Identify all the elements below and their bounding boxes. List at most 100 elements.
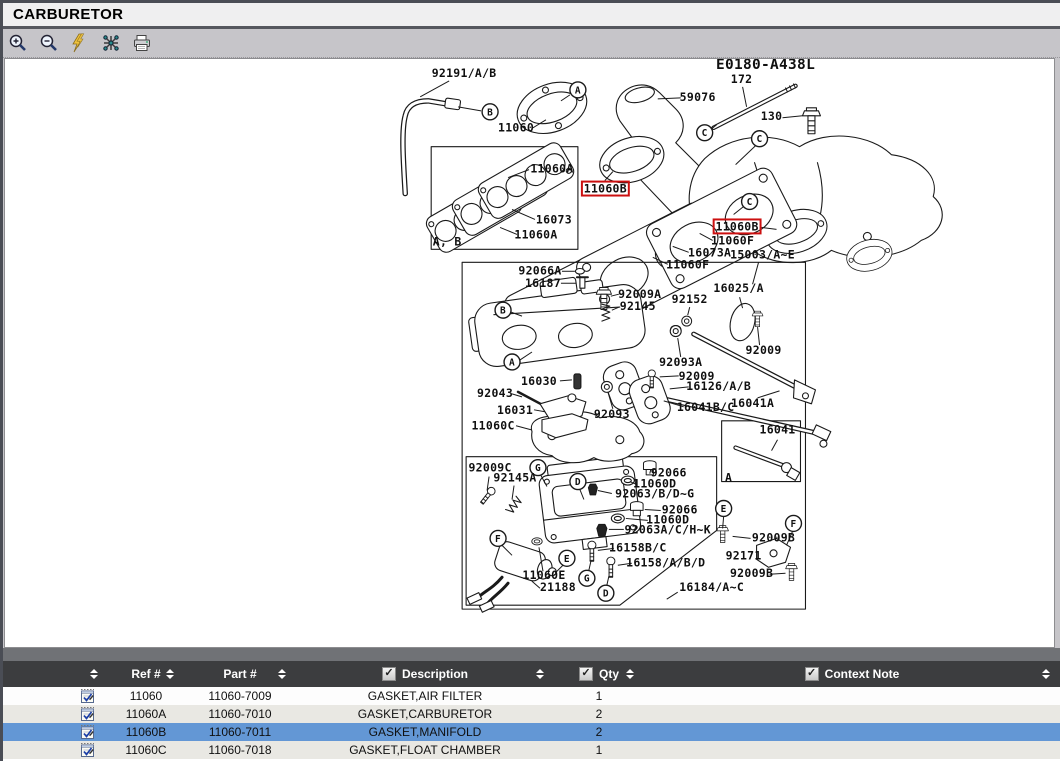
leader-line: [560, 380, 572, 381]
cell-part: 11060-7010: [184, 707, 296, 721]
cell-qty: 2: [554, 707, 644, 721]
leader-line: [772, 440, 778, 451]
diagram-area[interactable]: ABCCCBAGDFEGDEF92191/A/B11060E0180-A438L…: [4, 58, 1055, 648]
part-label: 16158/A/B/D: [626, 555, 705, 569]
row-edit-icon-cell[interactable]: [0, 688, 108, 704]
cell-qty: 1: [554, 689, 644, 703]
float-chamber-drawing: [537, 455, 643, 554]
cell-qty: 2: [554, 725, 644, 739]
view-ref-letter: G: [584, 574, 590, 585]
row-edit-icon-cell[interactable]: [0, 742, 108, 758]
part-label: 92152: [672, 292, 708, 306]
edit-note-icon[interactable]: [80, 724, 96, 740]
leader-line: [660, 376, 679, 377]
column-label: Qty: [599, 667, 619, 681]
leader-line: [607, 576, 609, 585]
cell-desc: GASKET,FLOAT CHAMBER: [296, 743, 554, 757]
column-label: Description: [402, 667, 468, 681]
cell-part: 11060-7011: [184, 725, 296, 739]
column-checkbox[interactable]: ✓: [382, 667, 396, 681]
part-label: A, B: [433, 234, 462, 248]
leader-line: [733, 536, 751, 538]
table-header-row: Ref # Part # ✓ Description ✓ Qty ✓ Context Note: [0, 661, 1060, 687]
part-label: 92171: [726, 548, 762, 562]
table-row[interactable]: 11060A11060-7010GASKET,CARBURETOR2: [0, 705, 1060, 723]
edit-note-icon[interactable]: [80, 742, 96, 758]
stud-drawing: [714, 84, 796, 128]
sort-icon[interactable]: [278, 669, 286, 679]
column-header-desc[interactable]: ✓ Description: [296, 661, 554, 687]
cell-desc: GASKET,AIR FILTER: [296, 689, 554, 703]
view-ref-letter: E: [721, 504, 727, 515]
zoom-in-button[interactable]: [8, 33, 28, 53]
part-label: 16025/A: [713, 281, 763, 295]
part-label: 21188: [540, 580, 576, 594]
toolbar: [0, 29, 1060, 58]
part-label: 172: [731, 72, 753, 86]
sort-icon[interactable]: [166, 669, 174, 679]
leader-line: [783, 116, 803, 118]
print-button[interactable]: [132, 33, 152, 53]
hotspot-map-button[interactable]: [101, 33, 121, 53]
column-checkbox[interactable]: ✓: [579, 667, 593, 681]
part-label: E0180-A438L: [716, 59, 815, 73]
lightning-icon: [70, 33, 90, 53]
view-ref-letter: A: [575, 85, 581, 96]
column-label: Context Note: [825, 667, 900, 681]
window-left-border: [0, 0, 3, 761]
sort-icon[interactable]: [90, 669, 98, 679]
cell-qty: 1: [554, 743, 644, 757]
part-label: 11060A: [514, 227, 557, 241]
cell-ref: 11060C: [108, 743, 184, 757]
window-top-border: [0, 0, 1060, 3]
zoom-out-button[interactable]: [39, 33, 59, 53]
part-label: 16126/A/B: [686, 379, 751, 393]
part-label: 92009B: [752, 530, 795, 544]
cell-desc: GASKET,CARBURETOR: [296, 707, 554, 721]
cell-ref: 11060B: [108, 725, 184, 739]
view-ref-letter: D: [575, 477, 581, 488]
leader-line: [458, 107, 481, 111]
part-label: 92009B: [730, 566, 773, 580]
table-row[interactable]: 11060C11060-7018GASKET,FLOAT CHAMBER1: [0, 741, 1060, 759]
part-label: 16041: [760, 423, 796, 437]
part-label: 11060C: [471, 419, 514, 433]
title-bar: CARBURETOR: [0, 3, 1060, 29]
view-ref-letter: B: [500, 306, 506, 317]
part-label: 92066A: [518, 263, 561, 277]
view-ref-letter: F: [495, 534, 501, 545]
view-ref-letter: F: [790, 519, 796, 530]
column-header-ref[interactable]: Ref #: [108, 661, 184, 687]
leader-line: [589, 561, 591, 570]
edit-note-icon[interactable]: [80, 706, 96, 722]
row-edit-icon-cell[interactable]: [0, 706, 108, 722]
part-label: 92043: [477, 386, 513, 400]
row-edit-icon-cell[interactable]: [0, 724, 108, 740]
sort-icon[interactable]: [536, 669, 544, 679]
column-header-part[interactable]: Part #: [184, 661, 296, 687]
part-label: 16184/A~C: [679, 580, 744, 594]
column-checkbox[interactable]: ✓: [805, 667, 819, 681]
sort-icon[interactable]: [1042, 669, 1050, 679]
part-label: 92191/A/B: [432, 66, 497, 80]
part-label: 59076: [680, 90, 716, 104]
column-header-qty[interactable]: ✓ Qty: [554, 661, 644, 687]
parts-diagram: ABCCCBAGDFEGDEF92191/A/B11060E0180-A438L…: [5, 59, 1054, 647]
column-label: Ref #: [131, 667, 160, 681]
view-ref-letter: C: [747, 197, 753, 208]
part-label: 92145: [620, 299, 656, 313]
cell-ref: 11060: [108, 689, 184, 703]
table-row[interactable]: 1106011060-7009GASKET,AIR FILTER1: [0, 687, 1060, 705]
flash-tool-button[interactable]: [70, 33, 90, 53]
hose-drawing: [403, 98, 461, 194]
column-header-icon[interactable]: [0, 661, 108, 687]
part-label: 16041B/C: [677, 400, 735, 414]
column-header-note[interactable]: ✓ Context Note: [644, 661, 1060, 687]
view-ref-letter: E: [564, 554, 570, 565]
zoom-in-icon: [8, 33, 28, 53]
leader-line: [743, 87, 747, 107]
sort-icon[interactable]: [626, 669, 634, 679]
edit-note-icon[interactable]: [80, 688, 96, 704]
leader-line: [512, 486, 514, 500]
table-row[interactable]: 11060B11060-7011GASKET,MANIFOLD2: [0, 723, 1060, 741]
